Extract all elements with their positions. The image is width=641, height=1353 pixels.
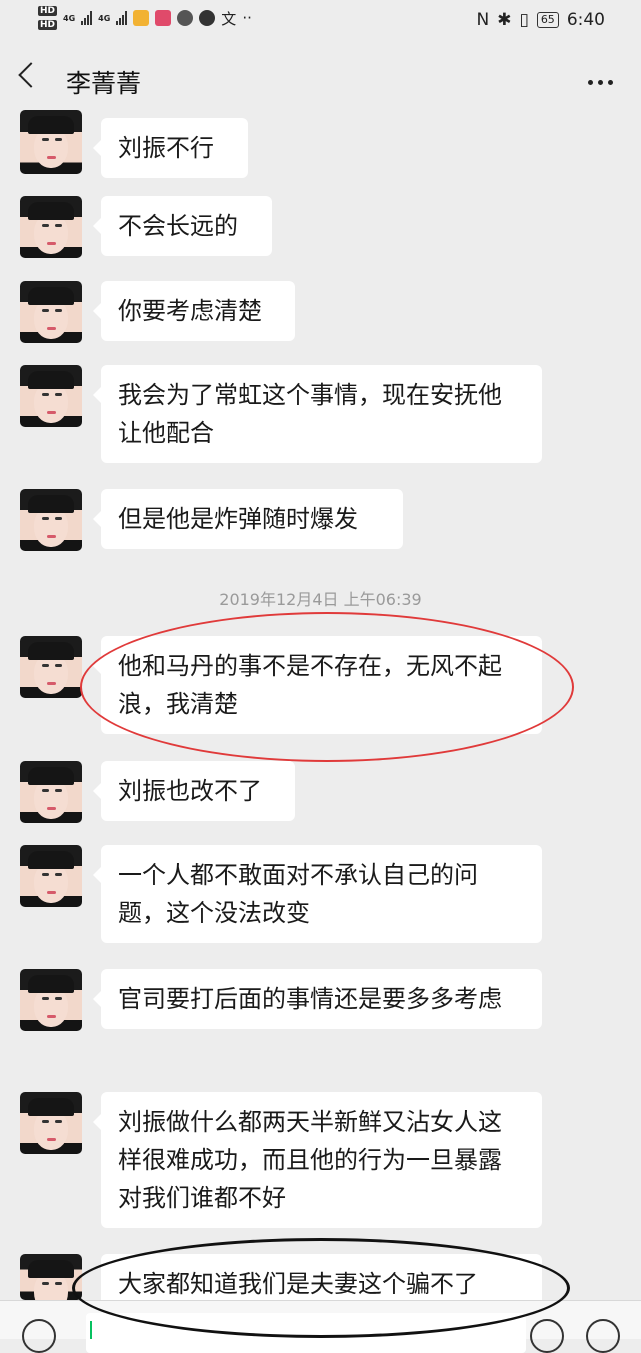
signal-icon [116, 11, 128, 25]
message-timestamp: 2019年12月4日 上午06:39 [219, 590, 422, 609]
signal-icon [81, 11, 93, 25]
status-time: 6:40 [566, 10, 605, 30]
emoji-icon[interactable] [530, 1319, 564, 1353]
message-bubble[interactable]: 我会为了常虹这个事情，现在安抚他让他配合 [93, 365, 542, 463]
message-input[interactable] [86, 1313, 526, 1353]
voice-icon[interactable] [22, 1319, 56, 1353]
message-bubble[interactable]: 不会长远的 [93, 196, 272, 256]
avatar[interactable] [20, 969, 82, 1031]
bluetooth-icon: ✱ [497, 10, 512, 30]
message-bubble[interactable]: 刘振做什么都两天半新鲜又沾女人这样很难成功，而且他的行为一旦暴露对我们谁都不好 [93, 1092, 542, 1228]
input-bar [0, 1300, 641, 1353]
nfc-icon: N [476, 10, 490, 30]
status-bar-right: N ✱ ▯ 65 6:40 [476, 10, 605, 30]
avatar[interactable] [20, 1092, 82, 1154]
message-bubble[interactable]: 他和马丹的事不是不存在，无风不起浪，我清楚 [93, 636, 542, 734]
message-bubble[interactable]: 刘振也改不了 [93, 761, 295, 821]
more-icon[interactable] [588, 80, 613, 85]
text-cursor [90, 1321, 92, 1339]
weibo-icon [177, 10, 194, 26]
avatar[interactable] [20, 365, 82, 427]
chat-bubble-icon [199, 10, 216, 26]
avatar[interactable] [20, 636, 82, 698]
chat-title: 李菁菁 [66, 69, 142, 98]
app-notification-icon [133, 10, 150, 26]
avatar[interactable] [20, 845, 82, 907]
network-type: 4G [98, 13, 111, 23]
network-type: 4G [63, 13, 76, 23]
translate-icon: 文 [221, 9, 237, 28]
hd-badge: HD [38, 20, 58, 30]
message-bubble[interactable]: 刘振不行 [93, 118, 248, 178]
message-bubble[interactable]: 官司要打后面的事情还是要多多考虑 [93, 969, 542, 1029]
avatar[interactable] [20, 110, 82, 174]
battery-icon: 65 [536, 12, 559, 28]
avatar[interactable] [20, 196, 82, 258]
more-notifications-icon: ·· [242, 9, 252, 27]
avatar[interactable] [20, 281, 82, 343]
vibrate-icon: ▯ [519, 10, 529, 30]
back-icon[interactable] [18, 62, 44, 88]
plus-icon[interactable] [586, 1319, 620, 1353]
chat-header: 李菁菁 [0, 44, 641, 120]
hd-indicators: HD HD [38, 6, 58, 30]
message-bubble[interactable]: 你要考虑清楚 [93, 281, 295, 341]
message-bubble[interactable]: 一个人都不敢面对不承认自己的问题，这个没法改变 [93, 845, 542, 943]
avatar[interactable] [20, 761, 82, 823]
hd-badge: HD [38, 6, 58, 16]
status-bar-left: HD HD 4G 4G 文 ·· [38, 6, 252, 30]
avatar[interactable] [20, 1254, 82, 1300]
avatar[interactable] [20, 489, 82, 551]
calendar-notification-icon [155, 10, 172, 26]
message-bubble[interactable]: 但是他是炸弹随时爆发 [93, 489, 403, 549]
status-bar: HD HD 4G 4G 文 ·· N ✱ ▯ 65 6:40 [0, 0, 641, 44]
